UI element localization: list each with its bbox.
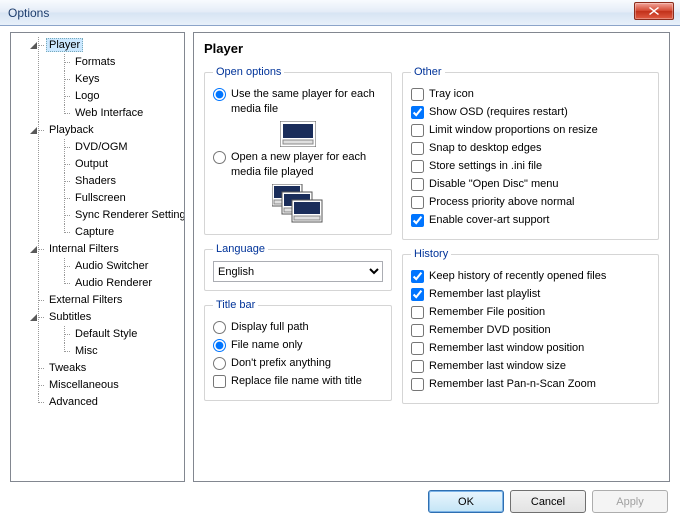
tree-subtitles[interactable]: Subtitles Default Style Misc	[32, 309, 182, 360]
tree-fullscreen[interactable]: Fullscreen	[58, 190, 182, 207]
radio-full-path[interactable]	[213, 321, 226, 334]
radio-no-prefix[interactable]	[213, 357, 226, 370]
expand-icon[interactable]	[29, 313, 38, 322]
check-remember-winpos[interactable]	[411, 342, 424, 355]
cancel-button[interactable]: Cancel	[510, 490, 586, 513]
check-coverart[interactable]	[411, 214, 424, 227]
titlebar: Options	[0, 0, 680, 26]
settings-panel: Player Open options Use the same player …	[193, 32, 670, 482]
tree-tweaks[interactable]: Tweaks	[32, 360, 182, 377]
group-open-options: Open options Use the same player for eac…	[204, 66, 392, 235]
group-titlebar: Title bar Display full path File name on…	[204, 299, 392, 401]
check-snap-edges[interactable]	[411, 142, 424, 155]
check-replace-title[interactable]	[213, 375, 226, 388]
tree-formats[interactable]: Formats	[58, 54, 182, 71]
check-tray-icon[interactable]	[411, 88, 424, 101]
other-legend: Other	[411, 66, 445, 78]
dialog-buttons: OK Cancel Apply	[0, 482, 680, 521]
tree-playback[interactable]: Playback DVD/OGM Output Shaders Fullscre…	[32, 122, 182, 241]
lang-legend: Language	[213, 243, 268, 255]
check-show-osd[interactable]	[411, 106, 424, 119]
apply-button[interactable]: Apply	[592, 490, 668, 513]
tree-capture[interactable]: Capture	[58, 224, 182, 241]
radio-filename-only[interactable]	[213, 339, 226, 352]
close-button[interactable]	[634, 2, 674, 20]
check-limit-window[interactable]	[411, 124, 424, 137]
ok-button[interactable]: OK	[428, 490, 504, 513]
check-disable-opendisc[interactable]	[411, 178, 424, 191]
titlebar-legend: Title bar	[213, 299, 258, 311]
tree-external-filters[interactable]: External Filters	[32, 292, 182, 309]
check-priority[interactable]	[411, 196, 424, 209]
expand-icon[interactable]	[29, 41, 38, 50]
tree-misc[interactable]: Misc	[58, 343, 182, 360]
check-remember-playlist[interactable]	[411, 288, 424, 301]
tree-dvd[interactable]: DVD/OGM	[58, 139, 182, 156]
open-legend: Open options	[213, 66, 284, 78]
radio-same-player[interactable]	[213, 88, 226, 101]
expand-icon[interactable]	[29, 126, 38, 135]
tree-internal-filters[interactable]: Internal Filters Audio Switcher Audio Re…	[32, 241, 182, 292]
content-area: Player Formats Keys Logo Web Interface P…	[0, 26, 680, 482]
check-remember-filepos[interactable]	[411, 306, 424, 319]
tree-advanced[interactable]: Advanced	[32, 394, 182, 411]
close-icon	[649, 7, 659, 15]
single-player-icon	[280, 121, 316, 147]
group-language: Language English	[204, 243, 392, 291]
check-remember-dvdpos[interactable]	[411, 324, 424, 337]
nav-tree[interactable]: Player Formats Keys Logo Web Interface P…	[10, 32, 185, 482]
check-ini[interactable]	[411, 160, 424, 173]
tree-keys[interactable]: Keys	[58, 71, 182, 88]
tree-output[interactable]: Output	[58, 156, 182, 173]
check-remember-winsize[interactable]	[411, 360, 424, 373]
expand-icon[interactable]	[29, 245, 38, 254]
history-legend: History	[411, 248, 451, 260]
multi-player-icon	[272, 184, 324, 224]
tree-shaders[interactable]: Shaders	[58, 173, 182, 190]
panel-heading: Player	[204, 41, 659, 56]
tree-default-style[interactable]: Default Style	[58, 326, 182, 343]
tree-miscellaneous[interactable]: Miscellaneous	[32, 377, 182, 394]
tree-logo[interactable]: Logo	[58, 88, 182, 105]
tree-player[interactable]: Player Formats Keys Logo Web Interface	[32, 37, 182, 122]
radio-new-player[interactable]	[213, 151, 226, 164]
tree-audio-renderer[interactable]: Audio Renderer	[58, 275, 182, 292]
language-select[interactable]: English	[213, 261, 383, 282]
check-keep-history[interactable]	[411, 270, 424, 283]
tree-audio-switcher[interactable]: Audio Switcher	[58, 258, 182, 275]
tree-web[interactable]: Web Interface	[58, 105, 182, 122]
window-title: Options	[8, 6, 680, 20]
tree-sync[interactable]: Sync Renderer Settings	[58, 207, 182, 224]
check-remember-panzoom[interactable]	[411, 378, 424, 391]
group-other: Other Tray icon Show OSD (requires resta…	[402, 66, 659, 240]
group-history: History Keep history of recently opened …	[402, 248, 659, 404]
